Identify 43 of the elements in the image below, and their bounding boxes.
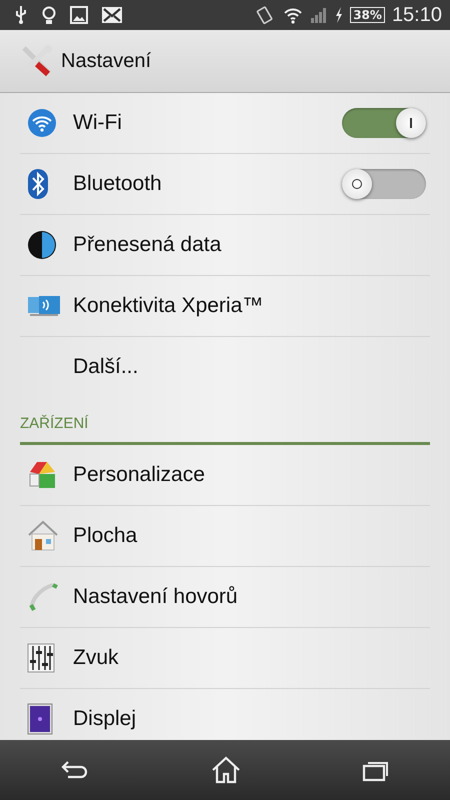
item-label: Wi-Fi: [73, 111, 123, 135]
settings-item[interactable]: Další...: [20, 337, 430, 397]
toggle-switch[interactable]: [342, 108, 426, 138]
charging-icon: [335, 7, 344, 23]
item-label: Displej: [73, 707, 138, 731]
clock: 15:10: [392, 4, 442, 26]
usb-icon: [14, 5, 28, 25]
settings-item[interactable]: Zvuk: [20, 628, 430, 689]
settings-item[interactable]: Konektivita Xperia™: [20, 276, 430, 337]
house-icon: [27, 520, 59, 552]
settings-item[interactable]: Personalizace: [20, 445, 430, 506]
section-header: ZAŘÍZENÍ: [20, 415, 88, 432]
equalizer-icon: [27, 643, 55, 673]
signal-icon: [310, 7, 328, 23]
settings-item[interactable]: Bluetooth: [20, 154, 430, 215]
color-blocks-icon: [27, 460, 57, 490]
item-label: Další...: [73, 355, 140, 379]
display-icon: [27, 703, 53, 735]
pie-chart-icon: [27, 230, 57, 260]
battery-level: 38%: [350, 7, 385, 23]
item-label: Konektivita Xperia™: [73, 294, 264, 318]
screens-icon: [27, 293, 61, 319]
wifi-icon: [27, 108, 57, 138]
settings-item[interactable]: Nastavení hovorů: [20, 567, 430, 628]
tools-icon: [19, 44, 53, 78]
settings-item[interactable]: Displej: [20, 689, 430, 740]
mail-icon: [101, 6, 123, 24]
home-icon[interactable]: [210, 756, 241, 784]
toggle-switch[interactable]: [342, 169, 426, 199]
screen-title: Nastavení: [61, 50, 152, 72]
lightbulb-icon: [41, 4, 57, 26]
item-label: Plocha: [73, 524, 138, 548]
item-label: Nastavení hovorů: [73, 585, 239, 609]
image-icon: [70, 6, 88, 24]
bluetooth-icon: [27, 168, 49, 200]
item-label: Přenesená data: [73, 233, 222, 257]
item-label: Bluetooth: [73, 172, 163, 196]
settings-item[interactable]: Plocha: [20, 506, 430, 567]
wifi-signal-icon: [283, 6, 304, 24]
item-label: Zvuk: [73, 646, 120, 670]
item-label: Personalizace: [73, 463, 206, 487]
settings-item[interactable]: Přenesená data: [20, 215, 430, 276]
settings-item[interactable]: Wi-Fi: [20, 93, 430, 154]
